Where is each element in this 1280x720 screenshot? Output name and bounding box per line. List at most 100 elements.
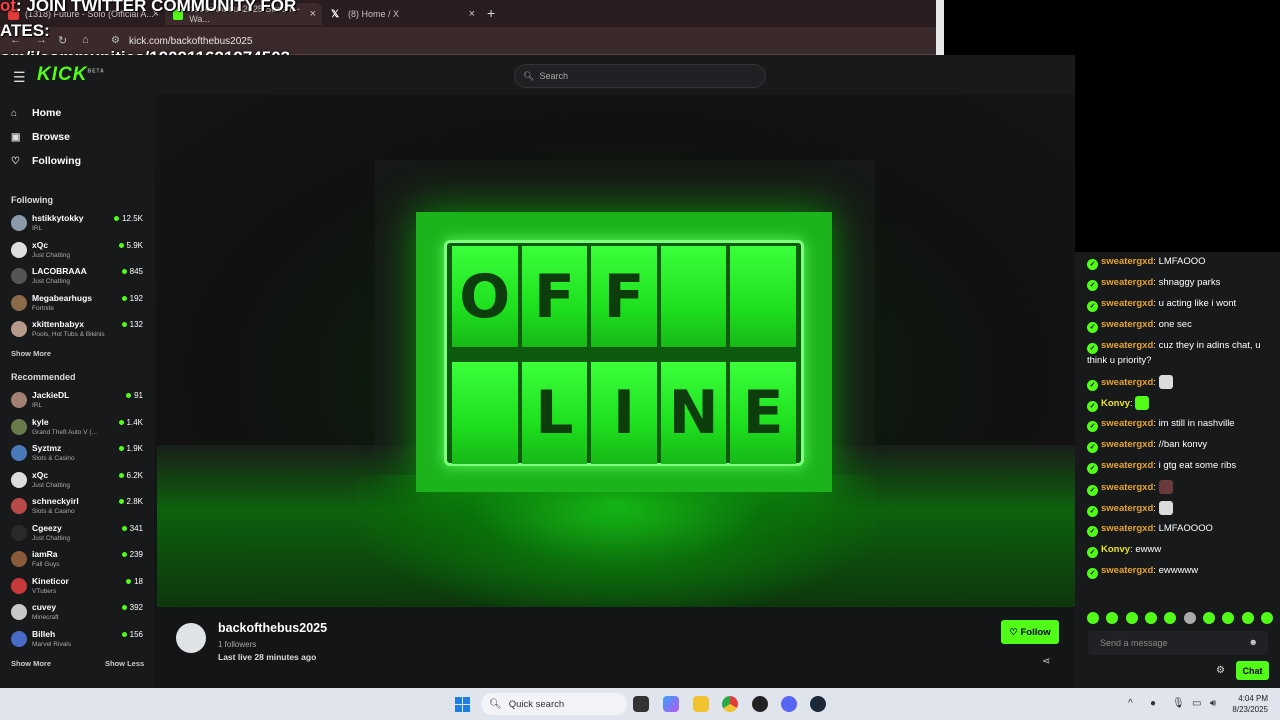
sidebar-item-following[interactable]: ♡ Following xyxy=(11,155,81,167)
chat-message-input[interactable]: Send a message ☻ xyxy=(1088,631,1268,655)
close-tab-icon[interactable]: × xyxy=(469,8,475,20)
chat-emote-icon xyxy=(1158,501,1173,515)
channel-avatar xyxy=(11,392,27,408)
following-channel-item[interactable]: Megabearhugs Fortnite 192 xyxy=(11,292,146,316)
close-tab-icon[interactable]: × xyxy=(310,8,316,20)
channel-avatar xyxy=(11,445,27,461)
chat-message: ✓ sweatergxd: cuz they in adins chat, u t… xyxy=(1087,339,1275,368)
chat-text: LMFAOOOO xyxy=(1158,523,1213,534)
recommended-channel-item[interactable]: iamRa Fall Guys 239 xyxy=(11,548,146,572)
chrome-icon[interactable] xyxy=(722,696,738,712)
task-view-icon[interactable] xyxy=(633,696,649,712)
windows-start-icon[interactable] xyxy=(455,697,470,712)
discord-icon[interactable] xyxy=(781,696,797,712)
chat-username[interactable]: sweatergxd xyxy=(1101,340,1153,351)
new-tab-button[interactable]: + xyxy=(487,5,495,21)
following-channel-item[interactable]: hstikkytokky IRL 12.5K xyxy=(11,212,146,236)
recommended-channel-item[interactable]: JackieDL IRL 91 xyxy=(11,389,146,413)
emote-icon[interactable] xyxy=(1260,612,1273,624)
follow-button[interactable]: ♡ Follow xyxy=(1001,620,1059,644)
taskbar-search[interactable]: 🔍︎ Quick search xyxy=(481,693,627,715)
chat-username[interactable]: sweatergxd xyxy=(1101,523,1153,534)
chat-username[interactable]: sweatergxd xyxy=(1101,565,1153,576)
show-more-following-button[interactable]: Show More xyxy=(11,349,51,358)
emote-icon[interactable] xyxy=(1144,612,1157,624)
emote-icon[interactable] xyxy=(1164,612,1177,624)
channel-name[interactable]: backofthebus2025 xyxy=(218,621,327,635)
recommended-channel-item[interactable]: Cgeezy Just Chatting 341 xyxy=(11,522,146,546)
tray-overflow-icon[interactable]: ^ xyxy=(1128,698,1133,709)
emote-icon[interactable] xyxy=(1222,612,1235,624)
recommended-channel-item[interactable]: Billeh Marvel Rivals 156 xyxy=(11,628,146,652)
chat-username[interactable]: sweatergxd xyxy=(1101,418,1153,429)
reload-icon[interactable]: ↻ xyxy=(58,34,67,47)
show-more-recommended-button[interactable]: Show More xyxy=(11,659,51,668)
kick-logo[interactable]: KICKBETA xyxy=(37,64,105,86)
chat-username[interactable]: sweatergxd xyxy=(1101,319,1153,330)
sidebar-item-browse[interactable]: ▣ Browse xyxy=(11,131,70,143)
chat-username[interactable]: sweatergxd xyxy=(1101,377,1153,388)
taskbar-clock[interactable]: 4:04 PM 8/23/2025 xyxy=(1228,693,1268,715)
viewer-count: 2.8K xyxy=(118,497,143,506)
recommended-channel-item[interactable]: Kineticor VTubers 18 xyxy=(11,575,146,599)
sidebar-item-home[interactable]: ⌂ Home xyxy=(11,107,61,119)
volume-icon[interactable]: 🔊︎ xyxy=(1210,698,1216,709)
chat-settings-gear-icon[interactable]: ⚙ xyxy=(1216,665,1225,676)
emote-icon[interactable] xyxy=(1087,612,1099,624)
share-icon[interactable]: ⋖ xyxy=(1042,656,1050,667)
recommended-channel-item[interactable]: schneckyirl Slots & Casino 2.8K xyxy=(11,495,146,519)
recommended-channel-item[interactable]: xQc Just Chatting 6.2K xyxy=(11,469,146,493)
emote-icon[interactable] xyxy=(1183,612,1196,624)
send-chat-button[interactable]: Chat xyxy=(1236,661,1269,680)
app-icon[interactable] xyxy=(752,696,768,712)
chat-username[interactable]: sweatergxd xyxy=(1101,503,1153,514)
following-channel-item[interactable]: xQc Just Chatting 5.9K xyxy=(11,239,146,263)
file-explorer-icon[interactable] xyxy=(693,696,709,712)
emote-icon[interactable] xyxy=(1202,612,1215,624)
channel-avatar xyxy=(11,577,27,594)
viewer-count: 341 xyxy=(121,524,143,533)
chat-username[interactable]: sweatergxd xyxy=(1101,277,1153,288)
emoji-picker-icon[interactable]: ☻ xyxy=(1249,637,1258,647)
site-info-icon[interactable]: ⚙ xyxy=(111,35,120,46)
chat-message: ✓ sweatergxd: ewwwww xyxy=(1087,564,1275,579)
channel-avatar xyxy=(11,604,27,620)
menu-icon[interactable]: ☰ xyxy=(13,69,26,86)
channel-avatar[interactable] xyxy=(176,623,206,653)
show-less-button[interactable]: Show Less xyxy=(105,659,144,668)
recommended-channel-item[interactable]: cuvey Minecraft 392 xyxy=(11,601,146,625)
steam-icon[interactable] xyxy=(810,696,826,712)
channel-avatar xyxy=(11,241,27,258)
copilot-icon[interactable] xyxy=(663,696,679,712)
url-field[interactable]: kick.com/backofthebus2025 xyxy=(129,36,252,47)
following-channel-item[interactable]: xkittenbabyx Pools, Hot Tubs & Bikinis 132 xyxy=(11,318,146,342)
network-icon[interactable]: ▭ xyxy=(1192,698,1201,709)
recommended-channel-item[interactable]: kyle Grand Theft Auto V (... 1.4K xyxy=(11,416,146,440)
chat-colon: : xyxy=(1153,377,1159,388)
emote-icon[interactable] xyxy=(1125,612,1138,624)
chat-username[interactable]: Konvy xyxy=(1101,544,1130,555)
following-channel-item[interactable]: LACOBRAAA Just Chatting 845 xyxy=(11,265,146,289)
chat-colon: : xyxy=(1153,482,1159,493)
chat-username[interactable]: sweatergxd xyxy=(1101,460,1153,471)
chat-message: ✓ sweatergxd: one sec xyxy=(1087,318,1275,333)
home-icon: ⌂ xyxy=(11,107,18,119)
chat-username[interactable]: sweatergxd xyxy=(1101,256,1153,267)
emote-icon[interactable] xyxy=(1241,612,1254,624)
offline-letter: F xyxy=(591,246,657,348)
microphone-icon[interactable]: 🎙︎ xyxy=(1172,698,1185,709)
tab-x[interactable]: 𝕏 (8) Home / X × xyxy=(323,3,481,25)
emote-icon[interactable] xyxy=(1106,612,1119,624)
chat-username[interactable]: sweatergxd xyxy=(1101,298,1153,309)
video-player[interactable]: O F F L I N E xyxy=(157,95,1075,607)
home-browser-icon[interactable]: ⌂ xyxy=(82,34,89,46)
chat-username[interactable]: sweatergxd xyxy=(1101,482,1153,493)
viewer-count: 392 xyxy=(121,603,143,612)
chat-text: ewwwww xyxy=(1158,565,1199,576)
chat-username[interactable]: sweatergxd xyxy=(1101,439,1153,450)
tray-app-icon[interactable]: ● xyxy=(1150,698,1156,709)
chat-username[interactable]: Konvy xyxy=(1101,398,1130,409)
recommended-channel-item[interactable]: Syztmz Slots & Casino 1.9K xyxy=(11,442,146,466)
search-input[interactable]: 🔍︎ Search xyxy=(514,64,766,88)
offline-letter: L xyxy=(521,362,588,464)
